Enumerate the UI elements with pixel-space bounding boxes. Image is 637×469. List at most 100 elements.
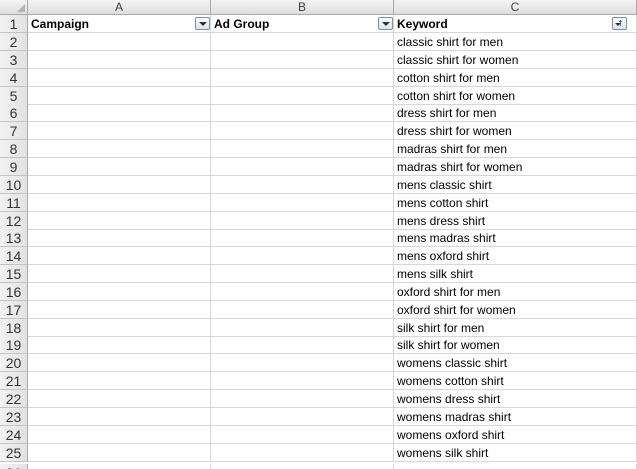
ad-group-header-cell[interactable]: Ad Group	[211, 15, 394, 33]
ad-group-cell[interactable]	[211, 69, 394, 87]
campaign-cell[interactable]	[28, 229, 211, 247]
row-header[interactable]: 24	[0, 426, 28, 444]
row-header[interactable]: 14	[0, 247, 28, 265]
row-header[interactable]: 12	[0, 212, 28, 230]
keyword-cell[interactable]: silk shirt for men	[394, 319, 637, 337]
select-all-corner[interactable]	[0, 0, 28, 14]
cell-a[interactable]	[28, 464, 211, 469]
row-header[interactable]: 4	[0, 69, 28, 87]
keyword-cell[interactable]: womens oxford shirt	[394, 426, 637, 444]
ad-group-cell[interactable]	[211, 104, 394, 122]
row-header[interactable]: 7	[0, 122, 28, 140]
ad-group-cell[interactable]	[211, 372, 394, 390]
row-header[interactable]: 22	[0, 390, 28, 408]
cell-c[interactable]	[394, 464, 637, 469]
ad-group-cell[interactable]	[211, 301, 394, 319]
row-header[interactable]: 5	[0, 87, 28, 105]
row-header[interactable]: 13	[0, 229, 28, 247]
campaign-cell[interactable]	[28, 122, 211, 140]
row-header[interactable]: 16	[0, 283, 28, 301]
campaign-cell[interactable]	[28, 212, 211, 230]
ad-group-filter-button[interactable]	[378, 17, 393, 30]
campaign-cell[interactable]	[28, 408, 211, 426]
campaign-header-cell[interactable]: Campaign	[28, 15, 211, 33]
keyword-cell[interactable]: womens classic shirt	[394, 354, 637, 372]
keyword-cell[interactable]: cotton shirt for men	[394, 69, 637, 87]
keyword-cell[interactable]: womens cotton shirt	[394, 372, 637, 390]
ad-group-cell[interactable]	[211, 33, 394, 51]
ad-group-cell[interactable]	[211, 354, 394, 372]
campaign-cell[interactable]	[28, 69, 211, 87]
row-header[interactable]: 8	[0, 140, 28, 158]
row-header[interactable]: 26	[0, 464, 28, 469]
row-header[interactable]: 23	[0, 408, 28, 426]
row-header[interactable]: 21	[0, 372, 28, 390]
campaign-cell[interactable]	[28, 426, 211, 444]
ad-group-cell[interactable]	[211, 176, 394, 194]
campaign-cell[interactable]	[28, 247, 211, 265]
keyword-cell[interactable]: madras shirt for women	[394, 158, 637, 176]
ad-group-cell[interactable]	[211, 229, 394, 247]
campaign-cell[interactable]	[28, 176, 211, 194]
campaign-cell[interactable]	[28, 301, 211, 319]
campaign-cell[interactable]	[28, 194, 211, 212]
keyword-cell[interactable]: classic shirt for men	[394, 33, 637, 51]
campaign-cell[interactable]	[28, 336, 211, 354]
row-header[interactable]: 9	[0, 158, 28, 176]
keyword-cell[interactable]: dress shirt for men	[394, 104, 637, 122]
keyword-cell[interactable]: dress shirt for women	[394, 122, 637, 140]
row-header[interactable]: 10	[0, 176, 28, 194]
ad-group-cell[interactable]	[211, 122, 394, 140]
ad-group-cell[interactable]	[211, 51, 394, 69]
ad-group-cell[interactable]	[211, 336, 394, 354]
cell-b[interactable]	[211, 464, 394, 469]
spreadsheet-grid[interactable]: A B C 1 Campaign Ad Group Keyword ↑ 2 cla…	[0, 0, 637, 469]
keyword-cell[interactable]: madras shirt for men	[394, 140, 637, 158]
campaign-cell[interactable]	[28, 87, 211, 105]
campaign-cell[interactable]	[28, 104, 211, 122]
row-header[interactable]: 11	[0, 194, 28, 212]
ad-group-cell[interactable]	[211, 87, 394, 105]
campaign-cell[interactable]	[28, 319, 211, 337]
keyword-cell[interactable]: mens classic shirt	[394, 176, 637, 194]
column-header-a[interactable]: A	[28, 0, 211, 14]
ad-group-cell[interactable]	[211, 158, 394, 176]
keyword-cell[interactable]: womens silk shirt	[394, 444, 637, 462]
ad-group-cell[interactable]	[211, 212, 394, 230]
keyword-cell[interactable]: womens dress shirt	[394, 390, 637, 408]
row-header[interactable]: 25	[0, 444, 28, 462]
ad-group-cell[interactable]	[211, 408, 394, 426]
ad-group-cell[interactable]	[211, 140, 394, 158]
ad-group-cell[interactable]	[211, 194, 394, 212]
campaign-cell[interactable]	[28, 265, 211, 283]
row-header[interactable]: 17	[0, 301, 28, 319]
row-header[interactable]: 18	[0, 319, 28, 337]
campaign-filter-button[interactable]	[195, 17, 210, 30]
campaign-cell[interactable]	[28, 354, 211, 372]
campaign-cell[interactable]	[28, 33, 211, 51]
campaign-cell[interactable]	[28, 390, 211, 408]
keyword-header-cell[interactable]: Keyword	[394, 15, 637, 33]
ad-group-cell[interactable]	[211, 390, 394, 408]
row-header[interactable]: 19	[0, 336, 28, 354]
keyword-cell[interactable]: mens oxford shirt	[394, 247, 637, 265]
ad-group-cell[interactable]	[211, 319, 394, 337]
campaign-cell[interactable]	[28, 51, 211, 69]
campaign-cell[interactable]	[28, 158, 211, 176]
campaign-cell[interactable]	[28, 444, 211, 462]
column-header-b[interactable]: B	[211, 0, 394, 14]
keyword-cell[interactable]: silk shirt for women	[394, 336, 637, 354]
row-header[interactable]: 15	[0, 265, 28, 283]
ad-group-cell[interactable]	[211, 265, 394, 283]
row-header[interactable]: 1	[0, 15, 28, 33]
row-header[interactable]: 20	[0, 354, 28, 372]
campaign-cell[interactable]	[28, 372, 211, 390]
ad-group-cell[interactable]	[211, 444, 394, 462]
row-header[interactable]: 3	[0, 51, 28, 69]
keyword-cell[interactable]: oxford shirt for men	[394, 283, 637, 301]
keyword-cell[interactable]: mens silk shirt	[394, 265, 637, 283]
keyword-cell[interactable]: mens cotton shirt	[394, 194, 637, 212]
ad-group-cell[interactable]	[211, 426, 394, 444]
campaign-cell[interactable]	[28, 140, 211, 158]
campaign-cell[interactable]	[28, 283, 211, 301]
